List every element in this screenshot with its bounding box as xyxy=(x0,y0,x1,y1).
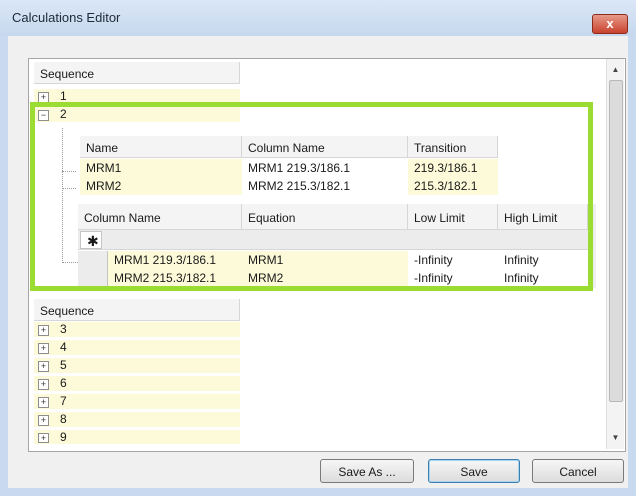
cell-high-limit[interactable]: Infinity xyxy=(498,251,588,269)
cell-equation[interactable]: MRM1 xyxy=(242,251,408,269)
tree-connector xyxy=(62,262,78,263)
expand-icon[interactable]: + xyxy=(38,92,49,103)
save-as-button[interactable]: Save As ... xyxy=(320,459,414,483)
column-header-transition: Transition xyxy=(408,136,498,158)
close-button[interactable]: x xyxy=(592,14,628,34)
column-header-name: Name xyxy=(80,136,242,158)
tree-connector xyxy=(62,188,76,189)
expand-icon[interactable]: + xyxy=(38,325,49,336)
sequence-number: 6 xyxy=(60,376,67,390)
scroll-up-icon[interactable]: ▲ xyxy=(607,63,624,77)
cell-equation[interactable]: MRM2 xyxy=(242,269,408,287)
sequence-number: 2 xyxy=(60,107,67,121)
sequence-number: 1 xyxy=(60,89,67,103)
row-selector[interactable] xyxy=(78,251,108,269)
sequence-number: 8 xyxy=(60,412,67,426)
window-title: Calculations Editor xyxy=(12,10,121,25)
column-header-high-limit: High Limit xyxy=(498,204,588,230)
sequence-number: 3 xyxy=(60,322,67,336)
cell-transition[interactable]: 215.3/182.1 xyxy=(408,177,498,195)
row-selector[interactable] xyxy=(78,269,108,287)
new-row[interactable] xyxy=(78,230,588,250)
sequence-header: Sequence xyxy=(34,299,240,321)
expand-icon[interactable]: + xyxy=(38,379,49,390)
cell-name[interactable]: MRM2 xyxy=(80,177,242,195)
collapse-icon[interactable]: − xyxy=(38,110,49,121)
title-bar: Calculations Editor x xyxy=(0,0,636,36)
sequence-number: 9 xyxy=(60,430,67,444)
sequence-header: Sequence xyxy=(34,62,240,84)
cell-column-name[interactable]: MRM2 215.3/182.1 xyxy=(108,269,242,287)
expand-icon[interactable]: + xyxy=(38,433,49,443)
column-header-column-name: Column Name xyxy=(242,136,408,158)
close-icon: x xyxy=(606,16,614,31)
cancel-button[interactable]: Cancel xyxy=(532,459,624,483)
sequence-number: 7 xyxy=(60,394,67,408)
tree-connector xyxy=(62,171,76,172)
cell-column-name[interactable]: MRM2 215.3/182.1 xyxy=(242,177,408,195)
cell-column-name[interactable]: MRM1 219.3/186.1 xyxy=(108,251,242,269)
column-header-low-limit: Low Limit xyxy=(408,204,498,230)
sequence-number: 5 xyxy=(60,358,67,372)
vertical-scrollbar[interactable]: ▲ ▼ xyxy=(606,59,624,449)
new-row-marker: ✱ xyxy=(80,231,102,249)
expand-icon[interactable]: + xyxy=(38,343,49,354)
sequence-number: 4 xyxy=(60,340,67,354)
expand-icon[interactable]: + xyxy=(38,361,49,372)
inner-scrollbar[interactable] xyxy=(588,204,596,288)
cell-low-limit[interactable]: -Infinity xyxy=(408,269,498,287)
column-header-equation: Equation xyxy=(242,204,408,230)
expand-icon[interactable]: + xyxy=(38,415,49,426)
cell-high-limit[interactable]: Infinity xyxy=(498,269,588,287)
cell-low-limit[interactable]: -Infinity xyxy=(408,251,498,269)
cell-transition[interactable]: 219.3/186.1 xyxy=(408,159,498,177)
cell-name[interactable]: MRM1 xyxy=(80,159,242,177)
expand-icon[interactable]: + xyxy=(38,397,49,408)
column-header-column-name: Column Name xyxy=(78,204,242,230)
scroll-down-icon[interactable]: ▼ xyxy=(607,431,624,445)
save-button[interactable]: Save xyxy=(428,459,520,483)
tree-connector xyxy=(62,128,63,263)
scrollbar-thumb[interactable] xyxy=(609,80,623,402)
cell-column-name[interactable]: MRM1 219.3/186.1 xyxy=(242,159,408,177)
